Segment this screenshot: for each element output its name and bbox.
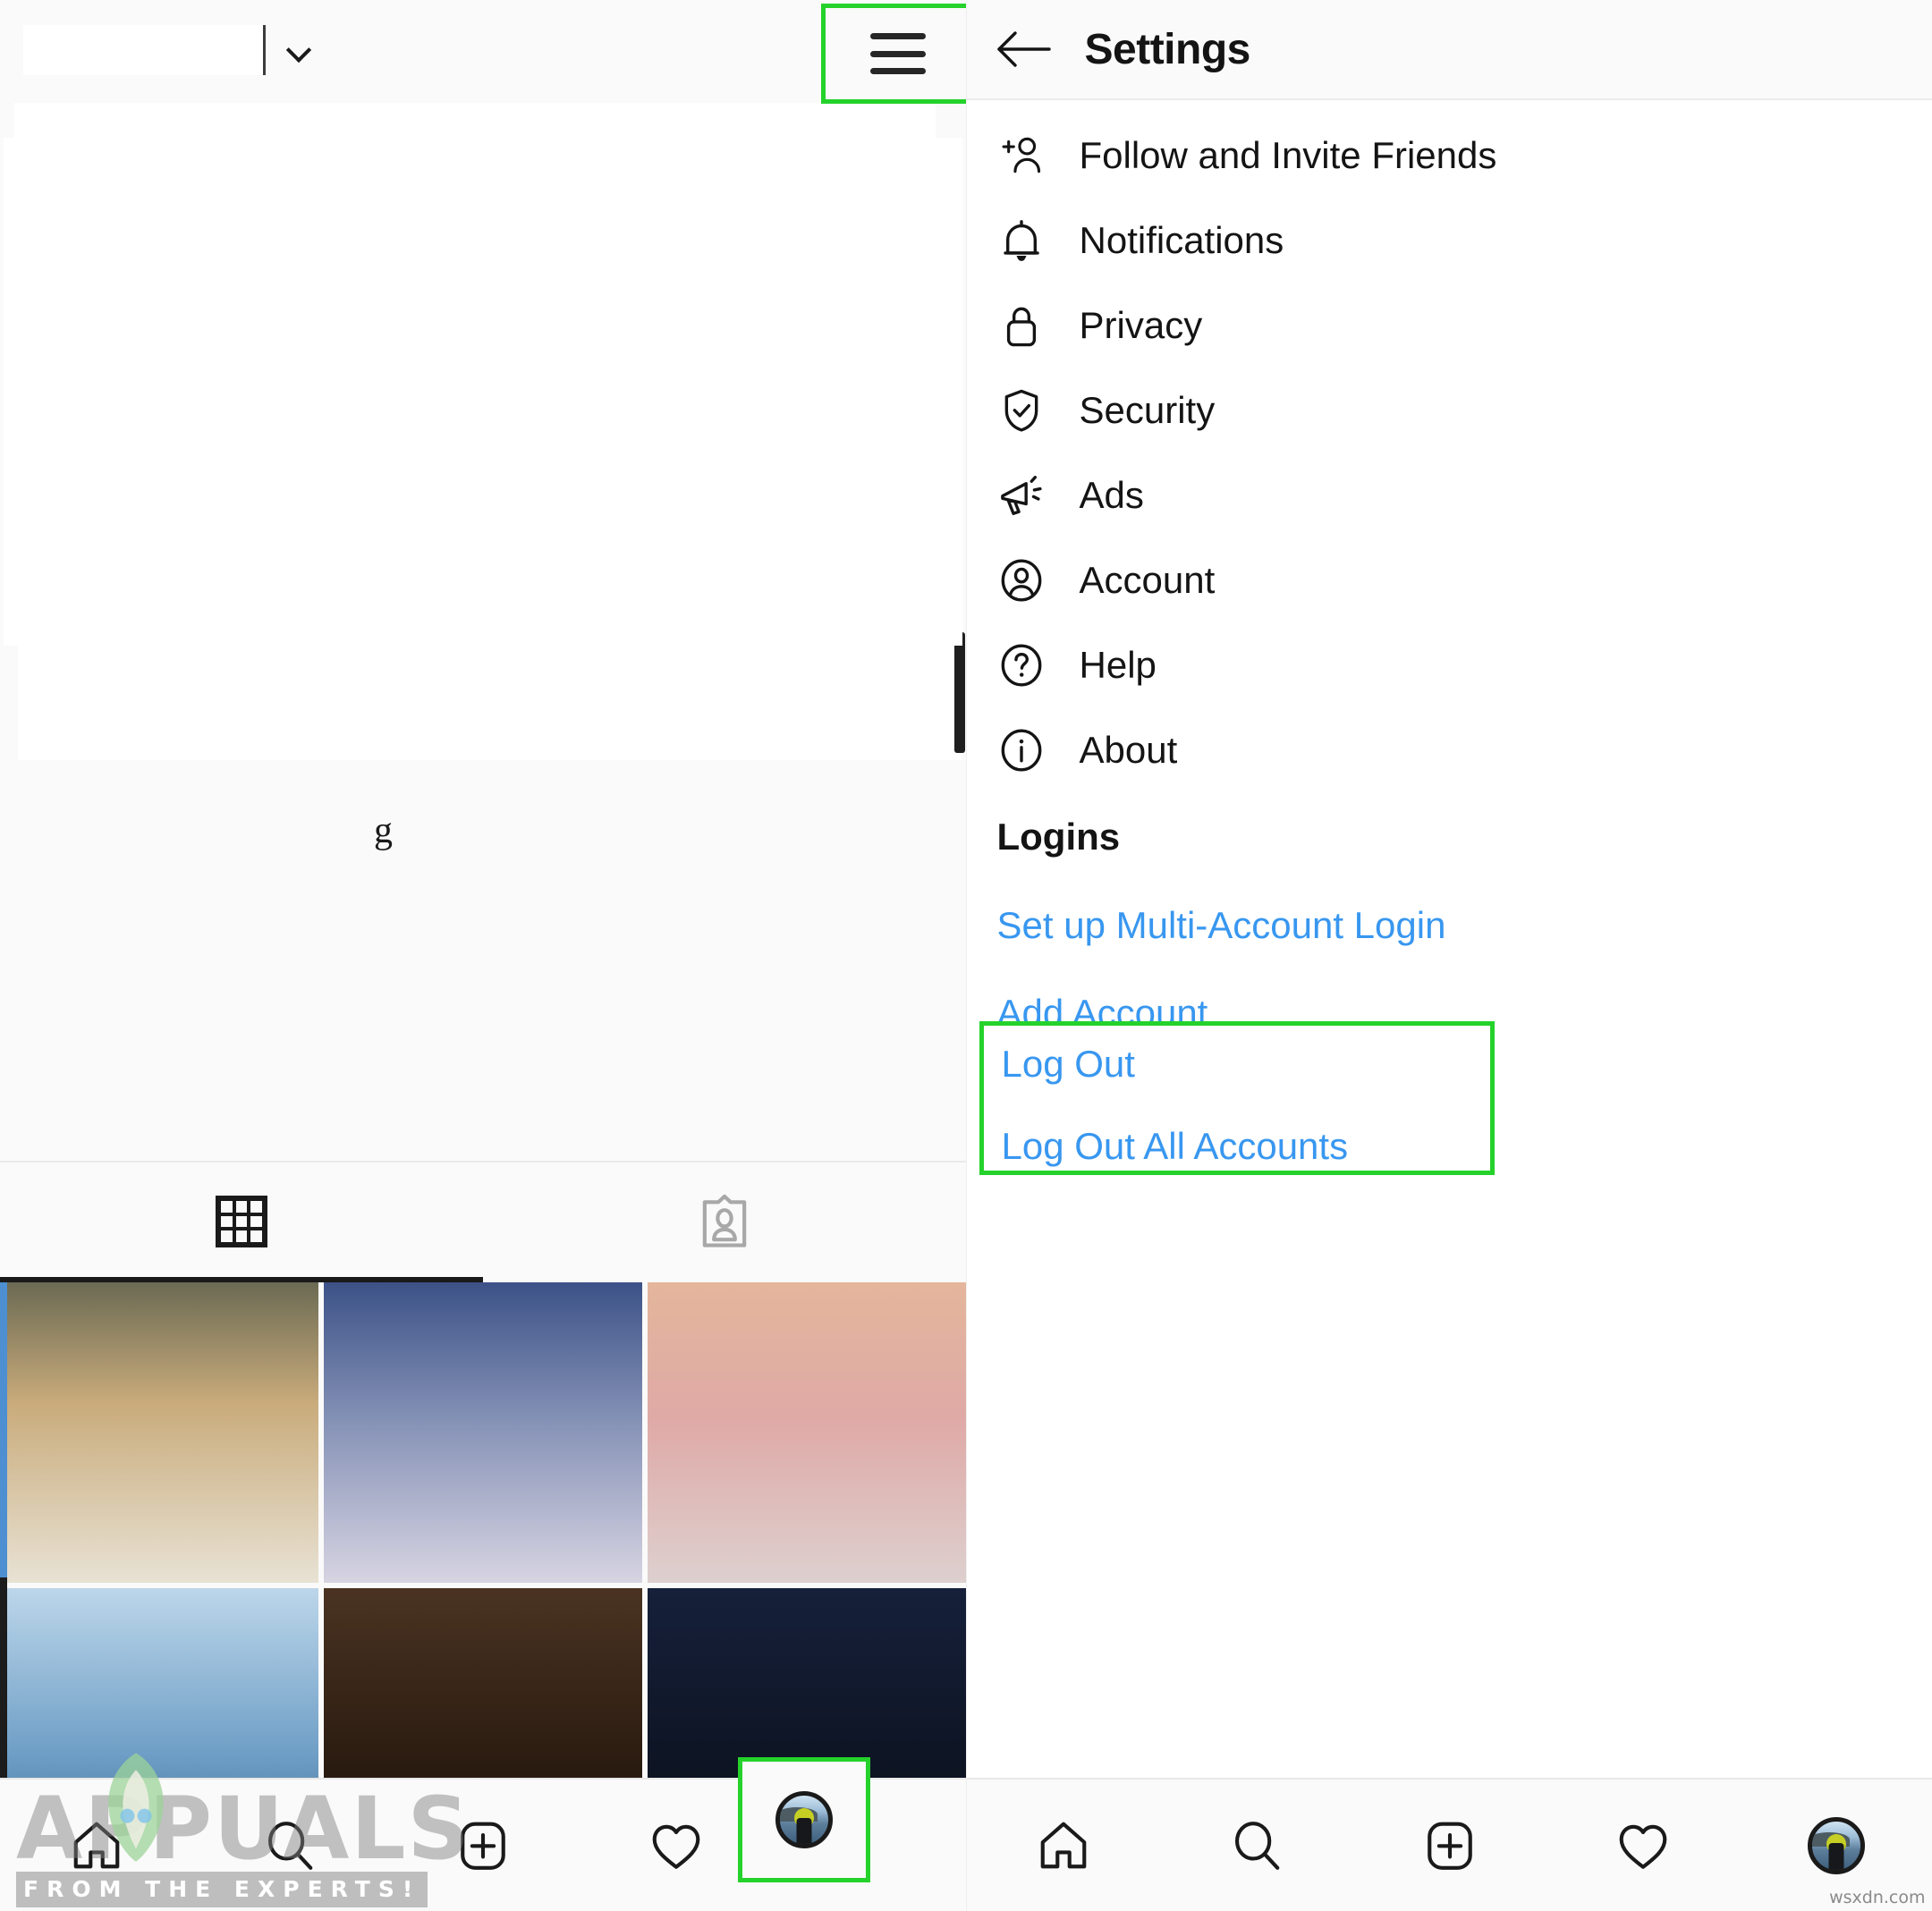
instagram-profile-panel: Edit Profile g <box>0 0 967 1911</box>
settings-item-label: Security <box>1079 388 1216 431</box>
profile-tab-highlight[interactable] <box>738 1757 870 1882</box>
right-bottom-nav: wsxdn.com <box>966 1778 1932 1911</box>
shield-check-icon <box>997 386 1046 435</box>
username-switcher[interactable] <box>23 25 310 75</box>
search-icon <box>267 1821 313 1870</box>
hamburger-menu-icon <box>870 33 926 74</box>
settings-header: Settings <box>966 0 1932 100</box>
account-circle-icon <box>997 556 1046 605</box>
logins-section-heading: Logins <box>996 816 1121 858</box>
settings-item-ads[interactable]: Ads <box>967 452 1932 537</box>
source-watermark: wsxdn.com <box>1829 1888 1926 1907</box>
grid-icon <box>216 1196 267 1247</box>
tagged-person-icon <box>698 1193 751 1250</box>
hamburger-menu-button[interactable] <box>821 4 966 104</box>
search-icon <box>1234 1821 1279 1870</box>
avatar <box>1807 1816 1865 1874</box>
info-circle-icon <box>997 726 1046 774</box>
nav-home-right[interactable] <box>967 1780 1160 1911</box>
link-set-up-multi-account-login[interactable]: Set up Multi-Account Login <box>967 882 1932 969</box>
home-icon <box>73 1822 120 1868</box>
nav-home-left[interactable] <box>0 1780 193 1911</box>
grid-photo[interactable] <box>324 1282 642 1583</box>
bell-icon <box>997 216 1046 265</box>
page-scrollbar[interactable] <box>953 632 965 753</box>
settings-item-notifications[interactable]: Notifications <box>967 198 1932 283</box>
settings-item-security[interactable]: Security <box>967 368 1932 452</box>
settings-item-follow-and-invite-friends[interactable]: Follow and Invite Friends <box>967 113 1932 198</box>
nav-search-left[interactable] <box>193 1780 386 1911</box>
plus-square-icon <box>461 1822 505 1870</box>
settings-item-label: Notifications <box>1079 218 1284 261</box>
settings-item-label: Privacy <box>1079 303 1203 346</box>
screenshot-root: Edit Profile g <box>0 0 1932 1911</box>
question-circle-icon <box>997 641 1046 689</box>
megaphone-icon <box>997 471 1046 520</box>
grid-photo[interactable] <box>648 1282 966 1583</box>
logout-highlight-box: Log Out Log Out All Accounts <box>979 1021 1495 1175</box>
heart-icon <box>1619 1824 1666 1869</box>
page-title: Settings <box>1084 25 1251 73</box>
tab-grid[interactable] <box>0 1163 483 1282</box>
partial-text-glyph: g <box>374 810 393 851</box>
lock-icon <box>997 301 1046 350</box>
settings-item-label: About <box>1079 728 1178 771</box>
tab-tagged[interactable] <box>483 1163 966 1281</box>
settings-item-label: Ads <box>1079 473 1144 516</box>
profile-body: Edit Profile g <box>0 100 966 1889</box>
settings-item-label: Follow and Invite Friends <box>1079 133 1497 176</box>
person-add-icon <box>997 131 1046 180</box>
left-bottom-nav <box>0 1757 966 1911</box>
nav-create-right[interactable] <box>1353 1780 1546 1911</box>
photo-grid-redacted <box>4 138 962 646</box>
settings-item-help[interactable]: Help <box>967 622 1932 707</box>
grid-scroll-indicator <box>0 1282 7 1577</box>
plus-square-icon <box>1427 1822 1472 1870</box>
nav-profile-left[interactable] <box>738 1757 966 1911</box>
settings-item-label: Help <box>1079 643 1157 686</box>
nav-search-right[interactable] <box>1160 1780 1353 1911</box>
settings-panel: Settings Follow and Invite Friends Notif… <box>966 0 1932 1911</box>
link-log-out[interactable]: Log Out <box>984 1026 1490 1103</box>
nav-activity-right[interactable] <box>1546 1780 1740 1911</box>
settings-item-list: Follow and Invite Friends Notifications <box>966 100 1932 1778</box>
back-arrow-icon[interactable] <box>996 28 1053 71</box>
link-log-out-all-accounts[interactable]: Log Out All Accounts <box>984 1103 1490 1190</box>
settings-item-label: Account <box>1079 558 1216 601</box>
settings-item-account[interactable]: Account <box>967 537 1932 622</box>
avatar <box>775 1791 833 1848</box>
grid-photo[interactable] <box>0 1282 318 1583</box>
heart-icon <box>652 1824 700 1869</box>
chevron-down-icon[interactable] <box>287 38 310 62</box>
nav-create-left[interactable] <box>386 1780 580 1911</box>
settings-item-about[interactable]: About <box>967 707 1932 792</box>
profile-tab-strip <box>0 1161 966 1282</box>
username-label <box>23 25 266 75</box>
home-icon <box>1040 1822 1086 1868</box>
settings-item-privacy[interactable]: Privacy <box>967 283 1932 368</box>
